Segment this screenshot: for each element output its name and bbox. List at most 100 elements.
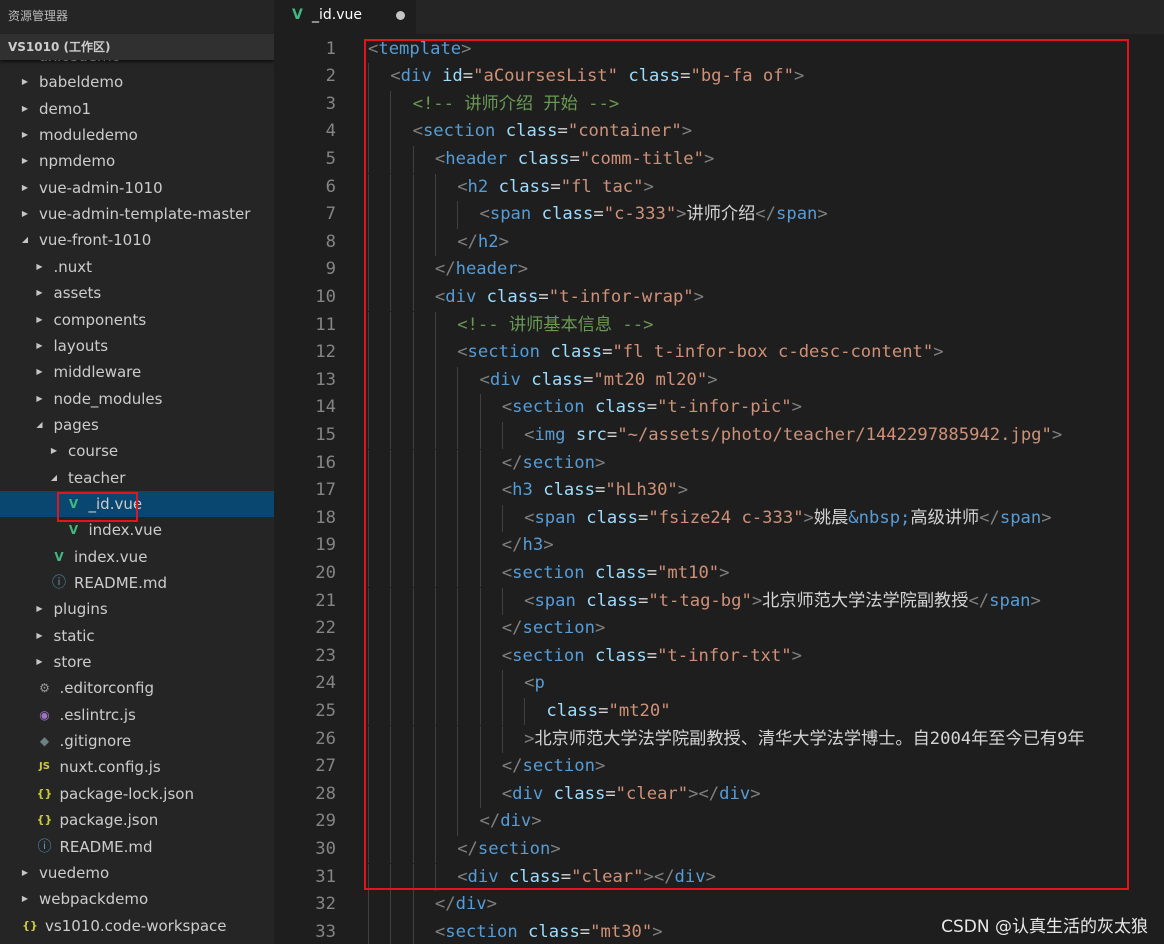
indent-guide — [368, 725, 369, 754]
chevron-right-icon[interactable]: ▶ — [20, 860, 30, 886]
tree-item[interactable]: ◢ pages — [0, 412, 274, 438]
tree-item[interactable]: ◢ vue-front-1010 — [0, 227, 274, 253]
chevron-right-icon[interactable]: ▶ — [35, 359, 45, 385]
chevron-right-icon[interactable]: ▶ — [20, 175, 30, 201]
code-line[interactable]: 15 <img src="~/assets/photo/teacher/14422… — [274, 421, 1164, 450]
code-line[interactable]: 8 </h2> — [274, 228, 1164, 257]
code-line[interactable]: 20 <section class="mt10"> — [274, 559, 1164, 588]
workspace-header[interactable]: VS1010 (工作区) — [0, 34, 274, 60]
watermark: CSDN @认真生活的灰太狼 — [941, 917, 1148, 937]
code-line[interactable]: 24 <p — [274, 670, 1164, 698]
tree-item[interactable]: ▶ store — [0, 649, 274, 675]
tree-item[interactable]: ▶ vue-admin-1010 — [0, 175, 274, 201]
code-line[interactable]: 18 <span class="fsize24 c-333">姚晨&nbsp;高级… — [274, 504, 1164, 533]
code-line[interactable]: 5 <header class="comm-title"> — [274, 145, 1164, 174]
chevron-right-icon[interactable]: ▶ — [35, 280, 45, 306]
code-line[interactable]: 16 </section> — [274, 449, 1164, 478]
chevron-right-icon[interactable]: ▶ — [20, 69, 30, 95]
chevron-right-icon[interactable]: ▶ — [35, 386, 45, 412]
vue-file-icon: V — [292, 7, 303, 23]
tree-item[interactable]: ▶ moduledemo — [0, 122, 274, 148]
tree-item[interactable]: ◆ .gitignore — [0, 728, 274, 754]
tree-item[interactable]: ▶ assets — [0, 280, 274, 306]
code-line[interactable]: 25 class="mt20" — [274, 697, 1164, 726]
tab-id-vue[interactable]: V _id.vue — [274, 0, 416, 34]
code-line[interactable]: 7 <span class="c-333">讲师介绍</span> — [274, 201, 1164, 229]
tree-item[interactable]: ▶ components — [0, 307, 274, 333]
code-line[interactable]: 9 </header> — [274, 256, 1164, 284]
chevron-right-icon[interactable]: ▶ — [20, 96, 30, 122]
chevron-right-icon[interactable]: ▶ — [35, 649, 45, 675]
code-text: <img src="~/assets/photo/teacher/1442297… — [524, 422, 1062, 450]
code-line[interactable]: 21 <span class="t-tag-bg">北京师范大学法学院副教授</s… — [274, 587, 1164, 616]
code-line[interactable]: 3 <!-- 讲师介绍 开始 --> — [274, 90, 1164, 119]
chevron-right-icon[interactable]: ▶ — [35, 623, 45, 649]
code-line[interactable]: 1 <template> — [274, 36, 1164, 64]
chevron-right-icon[interactable]: ▶ — [20, 201, 30, 227]
code-line[interactable]: 27 </section> — [274, 753, 1164, 781]
tree-item[interactable]: {} package.json — [0, 807, 274, 833]
code-line[interactable]: 2 <div id="aCoursesList" class="bg-fa of"… — [274, 63, 1164, 91]
chevron-right-icon[interactable]: ▶ — [20, 122, 30, 148]
code-line[interactable]: 31 <div class="clear"></div> — [274, 863, 1164, 892]
tree-item[interactable]: ◢ teacher — [0, 465, 274, 491]
code-editor[interactable]: 1 <template> 2 <div id="aCoursesList" class… — [274, 34, 1164, 944]
tree-item[interactable]: ⚙ .editorconfig — [0, 675, 274, 701]
code-text: <span class="t-tag-bg">北京师范大学法学院副教授</spa… — [524, 588, 1041, 616]
tree-item[interactable]: ▶ middleware — [0, 359, 274, 385]
tree-item[interactable]: ▶ layouts — [0, 333, 274, 359]
tree-item[interactable]: ▶ plugins — [0, 596, 274, 622]
tree-item[interactable]: ▶ npmdemo — [0, 148, 274, 174]
code-line[interactable]: 26 >北京师范大学法学院副教授、清华大学法学博士。自2004年至今已有9年 — [274, 725, 1164, 754]
code-line[interactable]: 11 <!-- 讲师基本信息 --> — [274, 311, 1164, 340]
tree-item[interactable]: ▶ course — [0, 438, 274, 464]
code-line[interactable]: 4 <section class="container"> — [274, 118, 1164, 146]
code-line[interactable]: 22 </section> — [274, 615, 1164, 643]
code-line[interactable]: 10 <div class="t-infor-wrap"> — [274, 283, 1164, 312]
chevron-down-icon[interactable]: ◢ — [20, 227, 30, 253]
chevron-right-icon[interactable]: ▶ — [49, 438, 59, 464]
code-line[interactable]: 29 </div> — [274, 808, 1164, 836]
tree-item[interactable]: Vindex.vue — [0, 544, 274, 570]
indent-guide — [390, 780, 392, 809]
tree-item[interactable]: ▶ vue-admin-template-master — [0, 201, 274, 227]
chevron-right-icon[interactable]: ▶ — [20, 886, 30, 912]
code-line[interactable]: 28 <div class="clear"></div> — [274, 780, 1164, 809]
chevron-right-icon[interactable]: ▶ — [35, 333, 45, 359]
code-text: <span class="c-333">讲师介绍</span> — [480, 201, 828, 229]
chevron-right-icon[interactable]: ▶ — [35, 596, 45, 622]
tree-item[interactable]: ⓘ README.md — [0, 834, 274, 860]
tree-item[interactable]: ▶ demo1 — [0, 96, 274, 122]
unsaved-dot-icon[interactable] — [396, 11, 405, 20]
code-line[interactable]: 13 <div class="mt20 ml20"> — [274, 366, 1164, 395]
chevron-right-icon[interactable]: ▶ — [20, 148, 30, 174]
tree-item[interactable]: ⓘ README.md — [0, 570, 274, 596]
chevron-right-icon[interactable]: ▶ — [35, 254, 45, 280]
chevron-down-icon[interactable]: ◢ — [35, 412, 45, 438]
chevron-right-icon[interactable]: ▶ — [35, 307, 45, 333]
chevron-down-icon[interactable]: ◢ — [49, 465, 59, 491]
tree-item[interactable]: ▶ babeldemo — [0, 69, 274, 95]
code-line[interactable]: 19 </h3> — [274, 532, 1164, 560]
tree-item[interactable]: ▶ node_modules — [0, 386, 274, 412]
code-line[interactable]: 6 <h2 class="fl tac"> — [274, 173, 1164, 202]
tree-item[interactable]: JS nuxt.config.js — [0, 754, 274, 780]
code-line[interactable]: 30 </section> — [274, 835, 1164, 864]
code-token: class — [594, 562, 647, 583]
tree-item[interactable]: ▶ .nuxt — [0, 254, 274, 280]
tree-item[interactable]: ▶ vuedemo — [0, 860, 274, 886]
code-token: </ — [501, 452, 523, 473]
code-line[interactable]: 23 <section class="t-infor-txt"> — [274, 642, 1164, 671]
tree-item[interactable]: ▶ webpackdemo — [0, 886, 274, 912]
tree-item[interactable]: {} vs1010.code-workspace — [0, 913, 274, 939]
code-token: class — [586, 590, 638, 611]
indent-guide — [457, 808, 459, 836]
indent-guide — [457, 504, 459, 533]
indent-guide — [434, 670, 436, 698]
code-line[interactable]: 14 <section class="t-infor-pic"> — [274, 394, 1164, 422]
code-line[interactable]: 17 <h3 class="hLh30"> — [274, 477, 1164, 505]
code-line[interactable]: 12 <section class="fl t-infor-box c-desc-… — [274, 339, 1164, 367]
tree-item[interactable]: ◉ .eslintrc.js — [0, 702, 274, 728]
tree-item[interactable]: {} package-lock.json — [0, 781, 274, 807]
tree-item[interactable]: ▶ static — [0, 623, 274, 649]
